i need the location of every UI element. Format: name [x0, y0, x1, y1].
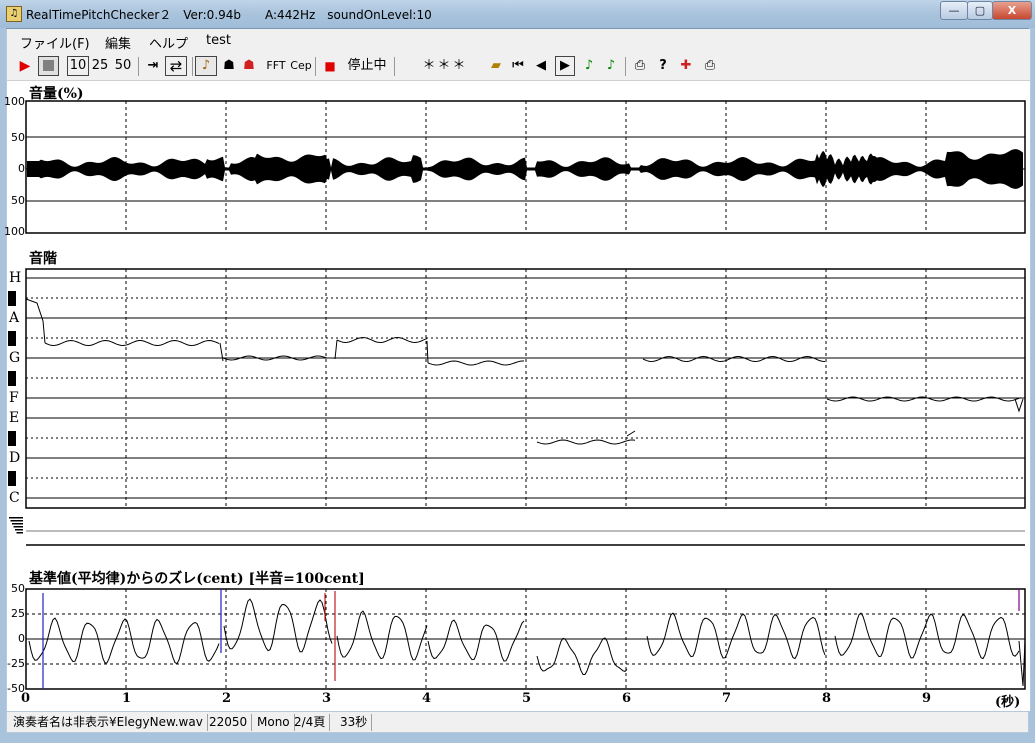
toolbar: ▶ 10 25 50 ⇥ ⇄ ♪ ☗ ☗ FFT Cep ■ 停止中 ＊＊＊ ▰…	[6, 53, 1031, 81]
timeline-marker	[13, 526, 23, 528]
speed-50-button[interactable]: 50	[114, 56, 132, 76]
skip-to-end-icon[interactable]: ⇥	[144, 56, 162, 76]
toolbar-separator	[625, 57, 626, 76]
scale-frame	[25, 268, 1026, 509]
timeline-marker	[15, 529, 23, 531]
toolbar-separator	[394, 57, 395, 76]
open-folder-icon[interactable]: ▰	[487, 56, 505, 76]
close-button[interactable]: X	[992, 1, 1032, 20]
toolbar-separator	[315, 57, 316, 76]
menu-help[interactable]: ヘルプ	[149, 33, 188, 52]
window-title: RealTimePitchChecker２ Ver:0.94b A:442Hz …	[26, 8, 432, 22]
speed-10-button[interactable]: 10	[67, 56, 89, 76]
pitch-readout: ＊＊＊	[422, 58, 468, 73]
status-performer: 演奏者名は非表示¥ElegyNew.wav	[9, 714, 208, 731]
timeline-marker	[12, 523, 23, 525]
note-green-alt-icon[interactable]: ♪	[603, 56, 619, 76]
status-duration: 33秒	[336, 714, 373, 731]
loop-icon[interactable]: ⇄	[165, 56, 187, 76]
marker-icon[interactable]: ✚	[678, 56, 694, 76]
graph-area: 音量(%) 100 50 0 50 100 音階 H A G F E D C 基…	[4, 81, 1031, 711]
first-page-icon[interactable]: ⏮	[510, 56, 526, 76]
status-text: 停止中	[347, 58, 387, 73]
violin-icon[interactable]: ♪	[195, 56, 217, 76]
print-setup-icon[interactable]: ⎙	[701, 56, 719, 76]
menu-test[interactable]: test	[206, 33, 231, 48]
play-icon[interactable]: ▶	[17, 56, 33, 76]
toolbar-separator	[138, 57, 139, 76]
timeline-marker	[9, 517, 23, 519]
minimize-button[interactable]: —	[940, 1, 968, 20]
maximize-button[interactable]: ▢	[967, 1, 993, 20]
person-icon[interactable]: ☗	[221, 56, 237, 76]
status-bar: 演奏者名は非表示¥ElegyNew.wav 22050 Mono 2/4頁 33…	[6, 711, 1029, 733]
next-page-icon[interactable]: ▶	[555, 56, 575, 76]
fft-button[interactable]: FFT	[264, 56, 288, 76]
menu-edit[interactable]: 編集	[105, 33, 131, 52]
singer-icon[interactable]: ☗	[241, 56, 257, 76]
status-channel: Mono	[253, 714, 295, 731]
timeline-marker	[10, 520, 23, 522]
print-icon[interactable]: ⎙	[631, 56, 649, 76]
prev-page-icon[interactable]: ◀	[533, 56, 549, 76]
stop-icon[interactable]	[38, 56, 59, 76]
window-frame-bottom	[0, 733, 1035, 743]
app-icon[interactable]: ♫	[6, 6, 22, 22]
menu-file[interactable]: ファイル(F)	[20, 33, 90, 52]
graph-canvas[interactable]	[7, 81, 1030, 711]
note-green-icon[interactable]: ♪	[581, 56, 597, 76]
speed-25-button[interactable]: 25	[91, 56, 109, 76]
timeline-marker	[16, 532, 23, 534]
menu-bar: ファイル(F) 編集 ヘルプ test	[6, 29, 1031, 53]
record-stop-icon[interactable]: ■	[323, 56, 337, 76]
title-bar[interactable]: ♫ RealTimePitchChecker２ Ver:0.94b A:442H…	[0, 0, 1035, 29]
help-icon[interactable]: ?	[655, 56, 671, 76]
toolbar-separator	[192, 57, 193, 76]
status-rate: 22050	[205, 714, 253, 731]
status-page: 2/4頁	[290, 714, 331, 731]
cep-button[interactable]: Cep	[289, 56, 313, 76]
